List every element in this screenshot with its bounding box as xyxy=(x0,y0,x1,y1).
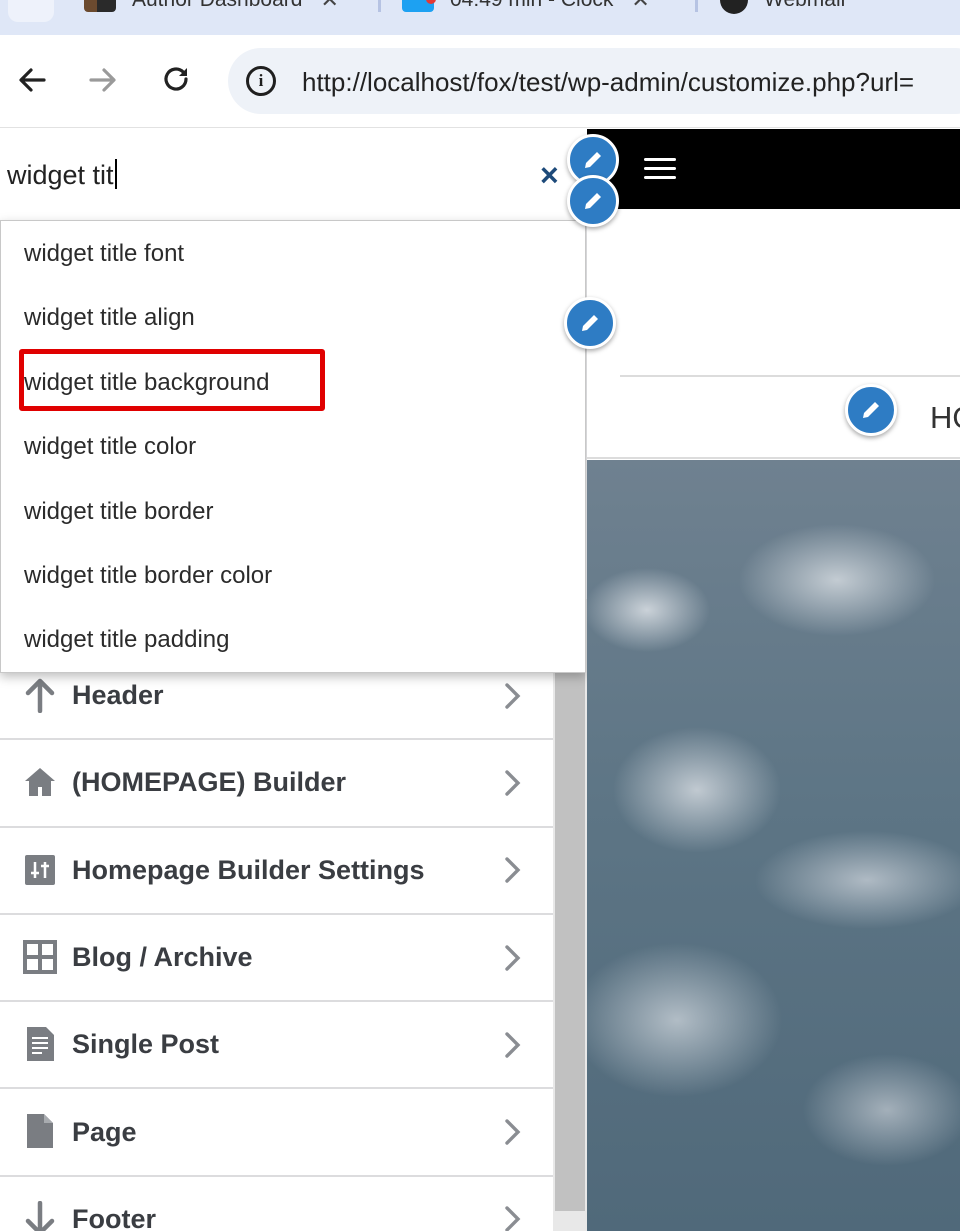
edit-shortcut-button[interactable] xyxy=(564,297,616,349)
suggestion-item[interactable]: widget title color xyxy=(24,433,196,461)
pencil-icon xyxy=(585,193,601,209)
suggestion-item[interactable]: widget title border xyxy=(24,498,213,526)
edit-shortcut-button[interactable] xyxy=(845,384,897,436)
hero-sky-image xyxy=(587,460,960,1231)
tab-title: Author Dashboard xyxy=(132,0,302,12)
browser-toolbar: i http://localhost/fox/test/wp-admin/cus… xyxy=(0,35,960,128)
suggestion-item[interactable]: widget title align xyxy=(24,304,195,332)
chevron-right-icon xyxy=(505,682,521,709)
close-tab-icon[interactable]: ✕ xyxy=(631,0,649,13)
scrollbar-thumb[interactable] xyxy=(555,599,585,1211)
panel-homepage-builder[interactable]: (HOMEPAGE) Builder xyxy=(0,740,553,828)
suggestion-item[interactable]: widget title font xyxy=(24,240,184,268)
close-tab-icon[interactable]: ✕ xyxy=(320,0,338,13)
browser-tab-strip: Author Dashboard ✕ 04:49 min - Clock ✕ W… xyxy=(0,0,960,35)
pencil-icon xyxy=(585,152,601,168)
reload-button[interactable] xyxy=(159,63,193,97)
panel-page[interactable]: Page xyxy=(0,1089,553,1177)
site-preview: HO xyxy=(587,129,960,1231)
customizer-panel-list: Header (HOMEPAGE) Builder Homepage Build… xyxy=(0,653,553,1231)
tab-overview-button[interactable] xyxy=(8,0,54,22)
pencil-icon xyxy=(863,402,879,418)
arrow-up-icon xyxy=(22,677,58,713)
customizer-search-input[interactable]: widget tit xyxy=(7,159,117,191)
edit-shortcut-button[interactable] xyxy=(567,175,619,227)
panel-label: Page xyxy=(72,1116,137,1147)
grid-icon xyxy=(22,939,58,975)
panel-label: Single Post xyxy=(72,1029,220,1060)
back-button[interactable] xyxy=(15,63,49,97)
close-icon[interactable]: × xyxy=(540,159,559,191)
search-suggestions-dropdown: widget title font widget title align wid… xyxy=(0,220,586,673)
preview-topbar xyxy=(587,129,960,209)
clock-app-icon xyxy=(402,0,436,12)
arrow-left-icon xyxy=(19,68,46,92)
preview-menu-text[interactable]: HO xyxy=(930,400,960,436)
tab-title: 04:49 min - Clock xyxy=(450,0,613,12)
search-query: widget tit xyxy=(7,160,114,190)
pencil-icon xyxy=(582,315,598,331)
chevron-right-icon xyxy=(505,770,521,796)
divider xyxy=(620,375,960,377)
panel-label: Homepage Builder Settings xyxy=(72,854,425,885)
wordpress-logo-icon xyxy=(720,0,748,14)
arrow-down-icon xyxy=(22,1200,58,1231)
panel-homepage-builder-settings[interactable]: Homepage Builder Settings xyxy=(0,827,553,915)
highlight-annotation-box xyxy=(19,349,325,411)
sidebar-scrollbar[interactable] xyxy=(553,599,587,1231)
chevron-right-icon xyxy=(505,857,521,883)
customizer-sidebar: widget tit × Header (HOMEPAGE) Builder H… xyxy=(0,129,587,1231)
suggestion-item[interactable]: widget title padding xyxy=(24,626,229,654)
browser-tab-author-dashboard[interactable]: Author Dashboard ✕ xyxy=(84,0,339,15)
url-text[interactable]: http://localhost/fox/test/wp-admin/custo… xyxy=(302,67,914,98)
customizer-search: widget tit × xyxy=(0,129,587,221)
author-avatar-icon xyxy=(84,0,116,12)
suggestion-item[interactable]: widget title border color xyxy=(24,562,272,590)
panel-label: Blog / Archive xyxy=(72,942,253,973)
chevron-right-icon xyxy=(505,1206,521,1231)
tab-divider xyxy=(695,0,698,12)
chevron-right-icon xyxy=(505,1119,521,1145)
address-bar[interactable]: i http://localhost/fox/test/wp-admin/cus… xyxy=(228,48,960,114)
panel-label: Footer xyxy=(72,1203,156,1231)
chevron-right-icon xyxy=(505,1032,521,1058)
post-document-icon xyxy=(22,1026,58,1062)
chevron-right-icon xyxy=(505,944,521,971)
panel-label: Header xyxy=(72,680,164,711)
tab-divider xyxy=(378,0,381,12)
panel-footer[interactable]: Footer xyxy=(0,1176,553,1231)
tab-title: Webmail xyxy=(764,0,845,12)
arrow-right-icon xyxy=(89,68,116,92)
panel-blog-archive[interactable]: Blog / Archive xyxy=(0,914,553,1003)
reload-icon xyxy=(164,67,188,91)
page-icon xyxy=(22,1113,58,1149)
home-icon xyxy=(22,764,58,800)
forward-button[interactable] xyxy=(86,63,120,97)
text-caret xyxy=(114,159,117,189)
divider xyxy=(587,457,960,459)
panel-single-post[interactable]: Single Post xyxy=(0,1002,553,1090)
browser-tab-clock[interactable]: 04:49 min - Clock ✕ xyxy=(402,0,650,15)
site-info-icon[interactable]: i xyxy=(246,66,276,96)
hamburger-menu-icon[interactable] xyxy=(644,158,676,180)
sliders-icon xyxy=(22,852,58,888)
browser-tab-webmail[interactable]: Webmail xyxy=(720,0,845,15)
panel-label: (HOMEPAGE) Builder xyxy=(72,767,347,798)
